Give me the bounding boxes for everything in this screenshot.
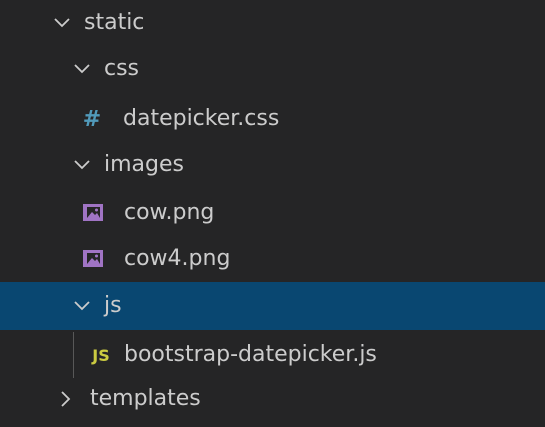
file-cow-png[interactable]: cow.png [0,190,545,236]
folder-js[interactable]: js [0,282,545,330]
file-label: cow.png [124,200,215,225]
image-file-icon [82,203,104,223]
chevron-down-icon[interactable] [72,296,92,316]
file-explorer-tree: static css # datepicker.css images cow.p… [0,0,545,427]
file-label: datepicker.css [123,106,280,131]
css-hash-icon: # [82,106,102,132]
file-label: cow4.png [124,246,231,271]
chevron-down-icon[interactable] [72,155,92,175]
chevron-down-icon[interactable] [72,59,92,79]
folder-label: templates [90,386,201,411]
file-cow4-png[interactable]: cow4.png [0,236,545,282]
folder-css[interactable]: css [0,46,545,92]
folder-label: css [104,56,140,81]
folder-images[interactable]: images [0,142,545,188]
file-datepicker-css[interactable]: # datepicker.css [0,96,545,142]
js-file-icon: JS [92,345,110,365]
folder-label: static [84,10,145,35]
folder-static[interactable]: static [0,0,545,46]
folder-label: js [104,293,122,318]
image-file-icon [82,249,104,269]
folder-label: images [104,152,184,177]
chevron-right-icon[interactable] [56,389,76,409]
file-label: bootstrap-datepicker.js [124,342,377,367]
chevron-down-icon[interactable] [52,13,72,33]
file-bootstrap-datepicker-js[interactable]: JS bootstrap-datepicker.js [0,332,545,378]
folder-templates[interactable]: templates [0,376,545,422]
